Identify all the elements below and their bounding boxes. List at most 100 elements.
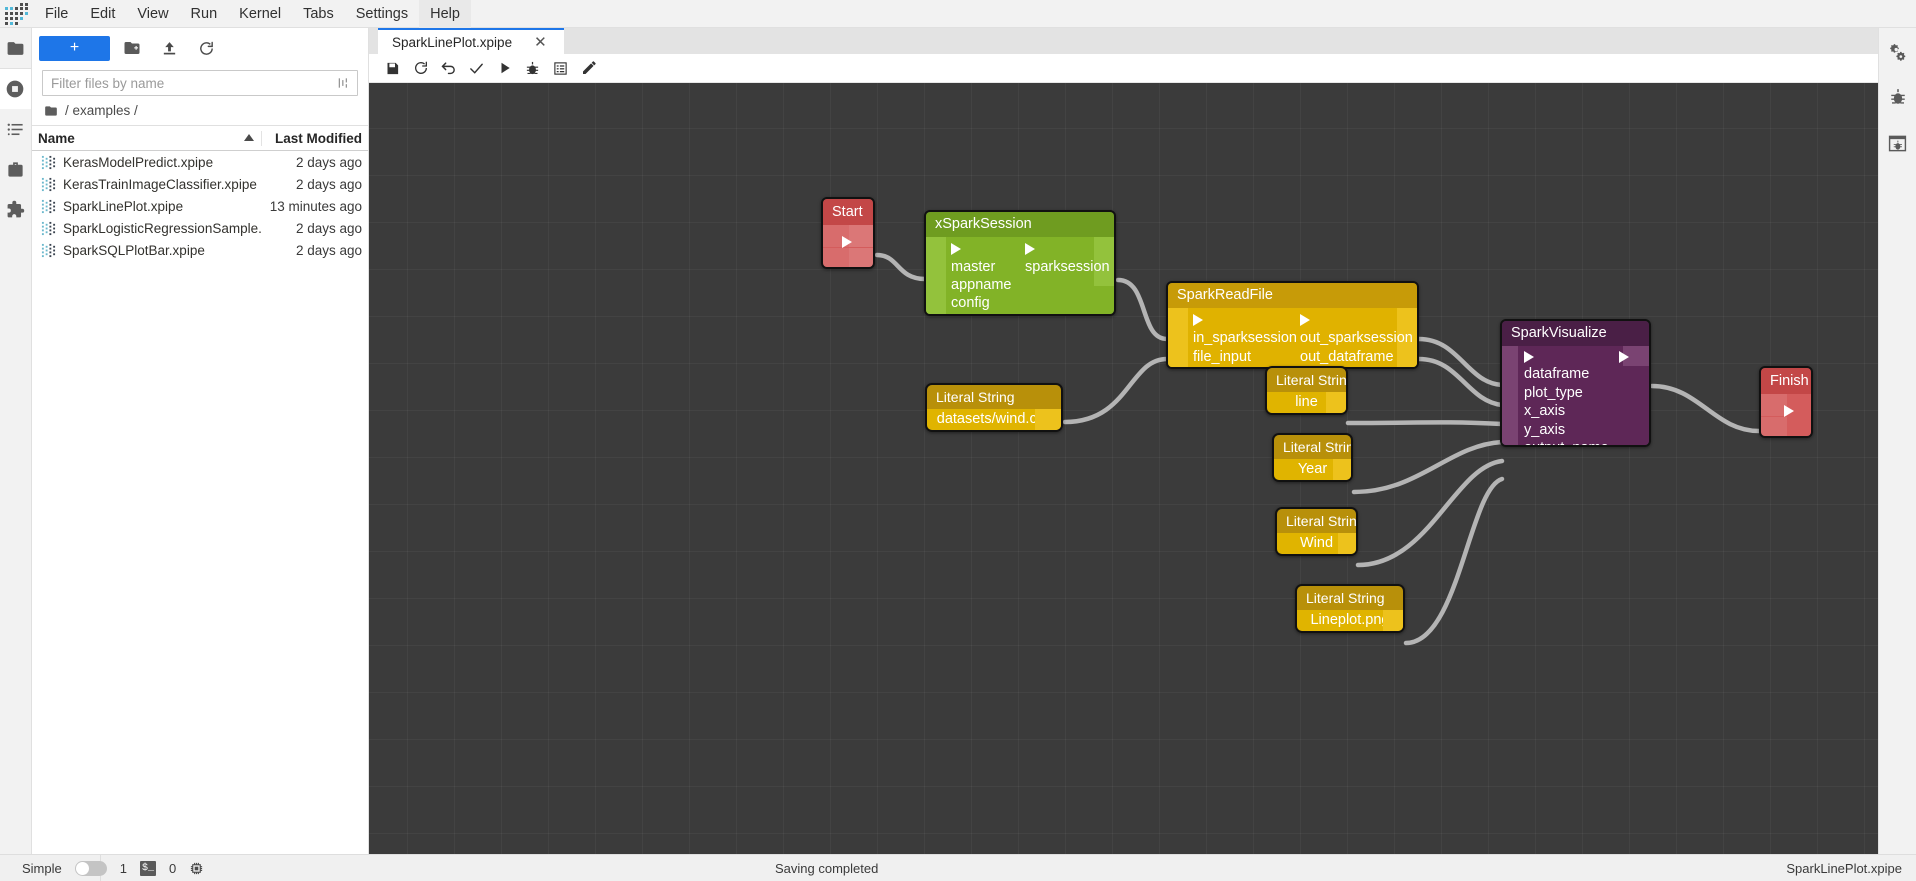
node-literal-wind-csv[interactable]: Literal String datasets/wind.csv [925,383,1063,432]
exec-in-port-icon[interactable] [951,243,961,255]
undo-icon [440,60,457,77]
menu-item-run[interactable]: Run [180,0,229,28]
port-out-dataframe[interactable]: out_dataframe [1300,349,1394,365]
literal-value[interactable]: Year [1298,461,1327,477]
sidebar-item-table-of-contents[interactable] [0,109,31,149]
literal-title: Literal String [1274,435,1351,459]
simple-mode-label: Simple [22,861,62,876]
literal-value[interactable]: Lineplot.png [1310,612,1389,628]
node-xsparksession-title: xSparkSession [926,212,1114,237]
port-out-sparksession[interactable]: out_sparksession [1300,330,1413,346]
xpipe-file-icon [41,221,56,236]
table-row[interactable]: SparkSQLPlotBar.xpipe2 days ago [32,239,368,261]
terminal-icon[interactable]: $_ [140,861,156,876]
menu-item-settings[interactable]: Settings [345,0,419,28]
upload-files-button[interactable] [154,35,184,61]
run-button[interactable] [491,55,518,81]
exec-out-port-icon[interactable] [1300,314,1310,326]
port-in-sparksession[interactable]: in_sparksession [1193,330,1297,346]
node-xsparksession[interactable]: xSparkSession master appname config spar… [924,210,1116,316]
jupyterlab-dots-logo [0,0,34,28]
port-dataframe[interactable]: dataframe [1524,366,1589,382]
literal-value-container: Lineplot.png [1297,610,1403,631]
search-input[interactable] [49,75,337,92]
literal-value[interactable]: line [1295,394,1318,410]
sidebar-item-debugger[interactable] [1879,74,1916,120]
node-literal-line[interactable]: Literal String line [1265,366,1348,415]
port-plot-type[interactable]: plot_type [1524,385,1583,401]
port-file-input[interactable]: file_input [1193,349,1251,365]
menu-item-edit[interactable]: Edit [79,0,126,28]
exec-out-port-icon[interactable] [1025,243,1035,255]
literal-value[interactable]: Wind [1300,535,1333,551]
exec-out-port-icon[interactable] [1619,351,1629,363]
new-launcher-button[interactable]: + [39,36,110,61]
debug-button[interactable] [519,55,546,81]
file-browser-toolbar: + [32,28,368,68]
column-header-name[interactable]: Name [32,131,261,146]
simple-mode-toggle[interactable] [75,861,107,876]
tab-sparklineplot[interactable]: SparkLinePlot.xpipe ✕ [378,28,564,54]
node-start[interactable]: Start [821,197,875,269]
sidebar-item-xircuits-debugger[interactable] [1879,120,1916,166]
save-button[interactable] [379,55,406,81]
sidebar-item-extension-manager[interactable] [0,149,31,189]
file-filter-box[interactable] [42,70,358,96]
toolbox-icon [6,160,25,179]
table-row[interactable]: KerasModelPredict.xpipe2 days ago [32,151,368,173]
node-start-title: Start [823,199,873,225]
table-row[interactable]: SparkLogisticRegressionSample.x...2 days… [32,217,368,239]
node-literal-wind[interactable]: Literal String Wind [1275,507,1358,556]
sidebar-item-xircuits-library[interactable] [0,189,31,229]
menu-item-file[interactable]: File [34,0,79,28]
node-finish-body [1761,394,1811,438]
menu-item-help[interactable]: Help [419,0,471,28]
xpipe-file-icon [41,177,56,192]
canvas-toolbar [369,54,1878,83]
node-sparkvisualize-body: dataframe plot_type x_axis y_axis output… [1502,346,1649,445]
node-literal-lineplot-png[interactable]: Literal String Lineplot.png [1295,584,1405,633]
exec-in-port-icon[interactable] [1193,314,1203,326]
reload-button[interactable] [407,55,434,81]
folder-icon [44,104,58,118]
save-icon [385,61,400,76]
port-x-axis[interactable]: x_axis [1524,403,1565,419]
table-row[interactable]: KerasTrainImageClassifier.xpipe2 days ag… [32,173,368,195]
menu-item-tabs[interactable]: Tabs [292,0,345,28]
sidebar-item-property-inspector[interactable] [1879,28,1916,74]
xircuits-canvas[interactable]: Start xSparkSession master [369,83,1878,854]
literal-title: Literal String [1277,509,1356,533]
status-message: Saving completed [775,861,878,876]
edit-button[interactable] [575,55,602,81]
table-row[interactable]: SparkLinePlot.xpipe13 minutes ago [32,195,368,217]
port-appname[interactable]: appname [951,277,1011,293]
chip-icon[interactable] [189,861,204,876]
port-config[interactable]: config [951,295,990,311]
list-icon [6,120,25,139]
new-folder-button[interactable] [117,35,147,61]
sidebar-item-running-terminals[interactable] [0,69,31,109]
port-sparksession[interactable]: sparksession [1025,259,1110,275]
breadcrumb[interactable]: / examples / [32,96,368,125]
column-header-last-modified[interactable]: Last Modified [261,131,368,146]
node-literal-year[interactable]: Literal String Year [1272,433,1353,482]
node-sparkvisualize[interactable]: SparkVisualize dataframe plot_type x_axi… [1500,319,1651,447]
toggle-log-button[interactable] [547,55,574,81]
refresh-file-list-button[interactable] [191,35,221,61]
exec-in-port-icon[interactable] [1524,351,1534,363]
close-icon[interactable]: ✕ [534,35,547,50]
literal-title: Literal String [1297,586,1403,610]
port-output-name[interactable]: output_name [1524,440,1609,447]
menu-item-view[interactable]: View [126,0,179,28]
kernel-count[interactable]: 1 [120,861,127,876]
node-sparkreadfile[interactable]: SparkReadFile in_sparksession file_input… [1166,281,1419,369]
node-finish[interactable]: Finish [1759,366,1813,438]
menu-item-kernel[interactable]: Kernel [228,0,292,28]
sidebar-item-file-browser[interactable] [0,28,31,68]
terminal-count[interactable]: 0 [169,861,176,876]
port-master[interactable]: master [951,259,995,275]
undo-button[interactable] [435,55,462,81]
port-y-axis[interactable]: y_axis [1524,422,1565,438]
bug-icon [1889,88,1907,106]
compile-button[interactable] [463,55,490,81]
